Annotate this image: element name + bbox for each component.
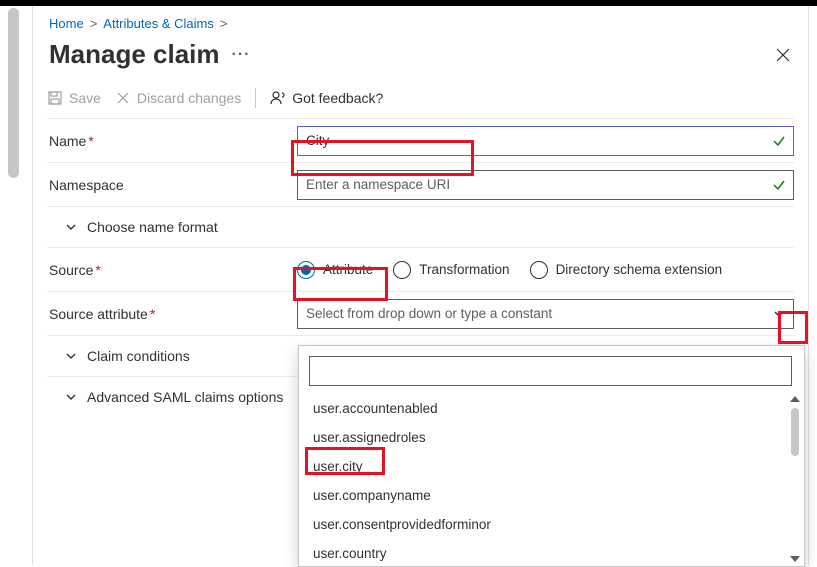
source-attribute-label: Source attribute*	[47, 298, 297, 330]
page-title: Manage claim ···	[49, 39, 251, 70]
dropdown-item[interactable]: user.accountenabled	[305, 394, 796, 423]
feedback-button[interactable]: Got feedback?	[270, 90, 383, 106]
source-label: Source*	[47, 254, 297, 286]
dropdown-item[interactable]: user.assignedroles	[305, 423, 796, 452]
discard-button[interactable]: Discard changes	[115, 90, 241, 106]
namespace-label: Namespace	[47, 169, 297, 201]
breadcrumb-home[interactable]: Home	[49, 16, 84, 31]
source-attribute-dropdown-panel: user.accountenabled user.assignedroles u…	[298, 345, 805, 567]
save-icon	[47, 90, 63, 106]
breadcrumb: Home > Attributes & Claims >	[47, 6, 794, 37]
chevron-down-icon	[773, 308, 785, 320]
scrollbar-thumb[interactable]	[791, 408, 799, 456]
dropdown-search-input[interactable]	[309, 356, 792, 386]
chevron-right-icon: >	[90, 16, 98, 31]
choose-name-format-expander[interactable]: Choose name format	[47, 207, 794, 248]
source-radio-attribute[interactable]: Attribute	[297, 261, 373, 279]
chevron-right-icon: >	[220, 16, 228, 31]
dropdown-item[interactable]: user.country	[305, 539, 796, 562]
save-button[interactable]: Save	[47, 90, 101, 106]
chevron-down-icon	[65, 391, 77, 403]
chevron-down-icon	[65, 221, 77, 233]
more-actions-icon[interactable]: ···	[232, 46, 251, 64]
source-radio-schema-extension[interactable]: Directory schema extension	[530, 261, 723, 279]
chevron-down-icon	[65, 350, 77, 362]
divider	[255, 88, 256, 108]
dropdown-item[interactable]: user.companyname	[305, 481, 796, 510]
scrollbar-thumb[interactable]	[8, 8, 19, 178]
name-label: Name*	[47, 125, 297, 157]
scroll-down-icon[interactable]	[790, 556, 800, 562]
dropdown-scrollbar[interactable]	[788, 396, 802, 562]
valid-check-icon	[772, 178, 786, 192]
dropdown-item[interactable]: user.consentprovidedforminor	[305, 510, 796, 539]
close-button[interactable]	[776, 48, 790, 62]
source-attribute-dropdown[interactable]: Select from drop down or type a constant	[297, 299, 794, 329]
outer-scrollbar[interactable]	[8, 8, 19, 555]
discard-icon	[115, 90, 131, 106]
feedback-icon	[270, 90, 286, 106]
valid-check-icon	[772, 134, 786, 148]
name-input[interactable]	[297, 126, 794, 156]
namespace-input[interactable]	[297, 170, 794, 200]
source-radio-transformation[interactable]: Transformation	[393, 261, 509, 279]
scroll-up-icon[interactable]	[790, 396, 800, 402]
breadcrumb-attributes-claims[interactable]: Attributes & Claims	[103, 16, 214, 31]
dropdown-item[interactable]: user.city	[305, 452, 796, 481]
